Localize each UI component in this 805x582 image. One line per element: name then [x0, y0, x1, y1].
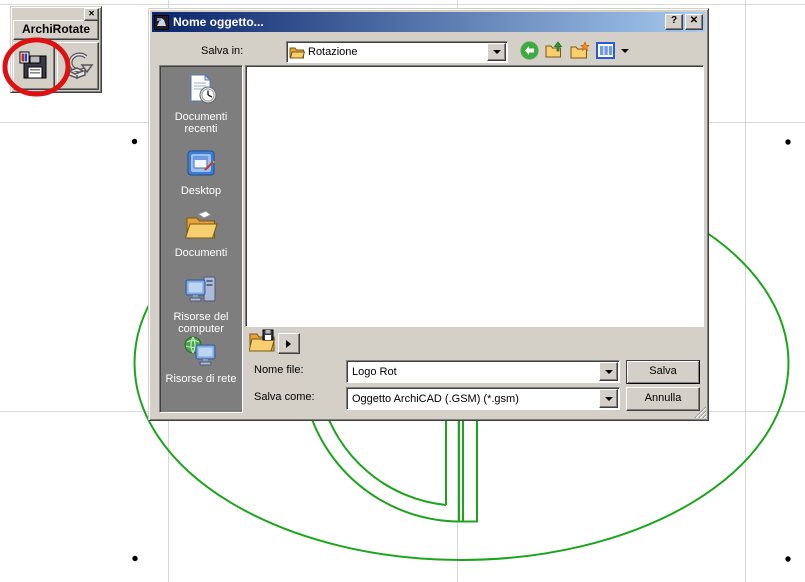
documents-icon — [184, 210, 218, 242]
save-in-combobox[interactable]: Rotazione — [286, 41, 508, 63]
expand-button[interactable] — [278, 333, 300, 354]
help-button[interactable]: ? — [665, 14, 683, 30]
place-label: Risorse di rete — [160, 373, 242, 385]
views-icon[interactable] — [596, 41, 615, 60]
up-one-level-icon[interactable] — [545, 41, 564, 60]
expand-arrow-icon — [286, 340, 295, 348]
palette-close-button[interactable]: ✕ — [84, 8, 99, 21]
place-documents[interactable]: Documenti — [160, 210, 242, 259]
place-desktop[interactable]: Desktop — [160, 148, 242, 197]
my-computer-icon — [184, 274, 218, 306]
place-label: Risorse del computer — [160, 311, 242, 335]
dialog-titlebar[interactable]: Nome oggetto... ? ✕ — [152, 12, 705, 32]
save-in-dropdown-button[interactable] — [487, 43, 506, 61]
dropdown-arrow-icon — [493, 50, 501, 58]
place-my-computer[interactable]: Risorse del computer — [160, 274, 242, 335]
rotate-button[interactable] — [57, 42, 99, 90]
recent-documents-icon — [184, 74, 218, 106]
archicad-canvas: ✕ ArchiRotate — [0, 0, 805, 582]
save-object-button[interactable] — [13, 42, 55, 90]
palette-titlebar[interactable]: ✕ — [11, 7, 101, 20]
dialog-app-icon — [154, 15, 169, 30]
desktop-icon — [184, 148, 218, 180]
network-icon — [184, 336, 218, 368]
new-folder-icon[interactable] — [570, 41, 590, 60]
rotate-arrow-icon — [62, 50, 94, 82]
place-label: Documenti recenti — [160, 111, 242, 135]
palette-title: ArchiRotate — [13, 20, 99, 40]
save-as-type-label: Salva come: — [254, 390, 315, 404]
views-dropdown-arrow-icon[interactable] — [621, 49, 629, 57]
file-name-label: Nome file: — [254, 363, 304, 377]
places-bar: Documenti recenti Desktop — [159, 65, 243, 413]
save-in-label: Salva in: — [201, 44, 243, 58]
save-to-folder-icon[interactable] — [249, 328, 275, 352]
dropdown-arrow-icon — [605, 370, 613, 378]
resize-grip[interactable] — [694, 406, 706, 418]
place-label: Desktop — [160, 185, 242, 197]
place-network[interactable]: Risorse di rete — [160, 336, 242, 385]
file-list-area[interactable] — [245, 65, 704, 327]
save-object-dialog: Nome oggetto... ? ✕ Salva in: Rotazione — [148, 8, 709, 421]
dialog-nav-toolbar — [520, 41, 629, 60]
save-as-type-combobox[interactable]: Oggetto ArchiCAD (.GSM) (*.gsm) — [346, 387, 620, 410]
save-in-value: Rotazione — [305, 46, 358, 58]
floppy-save-icon — [19, 51, 49, 81]
place-recent-documents[interactable]: Documenti recenti — [160, 74, 242, 135]
save-as-type-value: Oggetto ArchiCAD (.GSM) (*.gsm) — [349, 393, 519, 405]
archirotate-palette: ✕ ArchiRotate — [10, 6, 102, 93]
dropdown-arrow-icon — [605, 397, 613, 405]
file-name-combobox[interactable]: Logo Rot — [346, 360, 620, 383]
save-as-type-dropdown-button[interactable] — [599, 389, 618, 408]
file-name-value: Logo Rot — [349, 366, 397, 378]
file-name-dropdown-button[interactable] — [599, 362, 618, 381]
cancel-button[interactable]: Annulla — [626, 387, 700, 411]
save-button[interactable]: Salva — [626, 360, 700, 384]
place-label: Documenti — [160, 247, 242, 259]
open-folder-icon — [289, 46, 305, 59]
close-button[interactable]: ✕ — [685, 14, 703, 30]
dialog-title: Nome oggetto... — [173, 15, 663, 29]
back-icon[interactable] — [520, 41, 539, 60]
